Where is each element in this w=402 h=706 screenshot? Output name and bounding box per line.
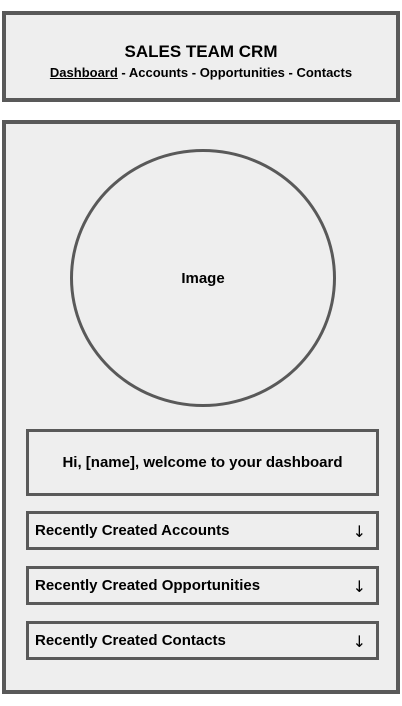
down-arrow-icon[interactable]: ↓: [353, 578, 366, 596]
image-placeholder-label: Image: [181, 269, 225, 287]
recent-opportunities-toggle[interactable]: Recently Created Opportunities ↓: [26, 566, 379, 605]
down-arrow-icon[interactable]: ↓: [353, 523, 366, 541]
welcome-text: Hi, [name], welcome to your dashboard: [62, 454, 343, 471]
welcome-panel: Hi, [name], welcome to your dashboard: [26, 429, 379, 496]
down-arrow-icon[interactable]: ↓: [353, 633, 366, 651]
app-title: SALES TEAM CRM: [124, 42, 278, 61]
header-bar: SALES TEAM CRM Dashboard - Accounts - Op…: [2, 11, 400, 102]
dashboard-main: Image Hi, [name], welcome to your dashbo…: [2, 120, 400, 694]
nav-separator: -: [188, 65, 200, 80]
nav-separator: -: [117, 65, 129, 80]
nav-separator: -: [284, 65, 297, 80]
recent-accounts-label: Recently Created Accounts: [35, 522, 230, 539]
nav-accounts-link[interactable]: Accounts: [129, 65, 188, 80]
nav-dashboard-link[interactable]: Dashboard: [50, 65, 118, 80]
nav-contacts-link[interactable]: Contacts: [296, 65, 352, 80]
recent-opportunities-label: Recently Created Opportunities: [35, 577, 261, 594]
nav-bar: Dashboard - Accounts - Opportunities - C…: [6, 65, 396, 81]
nav-opportunities-link[interactable]: Opportunities: [200, 65, 285, 80]
recent-contacts-label: Recently Created Contacts: [35, 632, 226, 649]
recent-contacts-toggle[interactable]: Recently Created Contacts ↓: [26, 621, 379, 660]
recent-accounts-toggle[interactable]: Recently Created Accounts ↓: [26, 511, 379, 550]
image-placeholder: Image: [70, 149, 336, 407]
